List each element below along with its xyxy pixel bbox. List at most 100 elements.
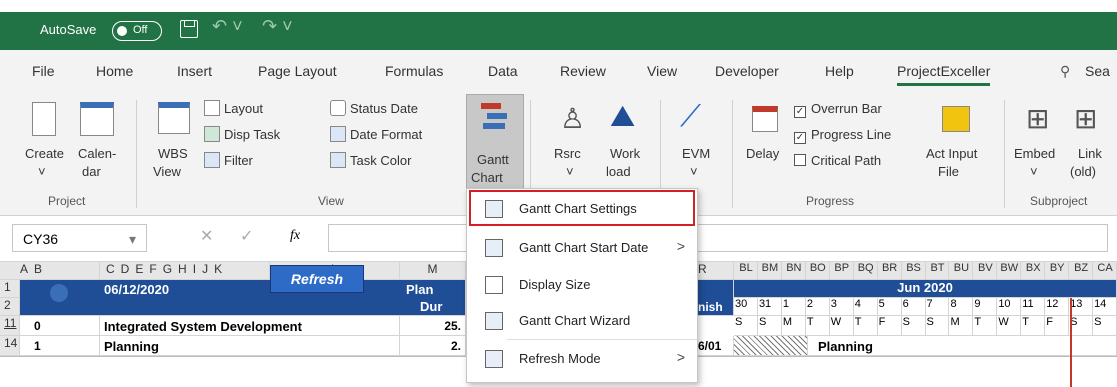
name-box[interactable]: CY36 ▾: [12, 224, 147, 252]
layout-button[interactable]: Layout: [224, 101, 263, 116]
wbs-label[interactable]: WBS: [158, 146, 188, 161]
name-box-chevron-icon[interactable]: ▾: [129, 231, 136, 248]
date-col-header[interactable]: BS: [901, 262, 926, 280]
autosave-toggle[interactable]: Off: [112, 21, 162, 41]
menu-view[interactable]: View: [647, 63, 677, 79]
menu-help[interactable]: Help: [825, 63, 854, 79]
act-input-label-2[interactable]: File: [938, 164, 959, 179]
date-col-header[interactable]: BW: [997, 262, 1022, 280]
day-number[interactable]: 4: [853, 298, 878, 316]
date-col-header[interactable]: BM: [757, 262, 782, 280]
delay-button[interactable]: Delay: [746, 146, 779, 161]
task-finish[interactable]: 6/01: [698, 336, 734, 356]
task-name[interactable]: Integrated System Development: [100, 316, 400, 336]
embed-icon[interactable]: ⊞: [1026, 102, 1049, 135]
disp-task-button[interactable]: Disp Task: [224, 127, 280, 142]
status-date-button[interactable]: Status Date: [350, 101, 418, 116]
weekday-letter[interactable]: S: [757, 316, 782, 336]
filter-icon[interactable]: [204, 152, 220, 168]
link-label-1[interactable]: Link: [1078, 146, 1102, 161]
day-number[interactable]: 30: [734, 298, 758, 316]
menu-insert[interactable]: Insert: [177, 63, 212, 79]
task-color-icon[interactable]: [330, 152, 346, 168]
create-label[interactable]: Create: [25, 146, 64, 161]
day-number[interactable]: 14: [1093, 298, 1117, 316]
create-chevron-icon[interactable]: ˅: [38, 164, 46, 179]
disp-task-icon[interactable]: [204, 126, 220, 142]
act-input-icon[interactable]: [942, 106, 970, 132]
date-col-header[interactable]: BY: [1045, 262, 1070, 280]
col-header-c-k[interactable]: CDEFGHIJK: [100, 262, 270, 280]
evm-chevron-icon[interactable]: ˅: [690, 164, 698, 179]
calendar-label-1[interactable]: Calen-: [78, 146, 116, 161]
workload-label-2[interactable]: load: [606, 164, 631, 179]
evm-icon[interactable]: ⟋: [680, 100, 701, 134]
formula-input[interactable]: [328, 224, 1108, 252]
link-icon[interactable]: ⊞: [1074, 102, 1097, 135]
create-icon[interactable]: [32, 102, 56, 136]
task-name[interactable]: Planning: [100, 336, 400, 356]
date-col-header[interactable]: BZ: [1069, 262, 1094, 280]
day-number[interactable]: 7: [925, 298, 950, 316]
link-label-2[interactable]: (old): [1070, 164, 1096, 179]
menu-home[interactable]: Home: [96, 63, 133, 79]
day-number[interactable]: 13: [1069, 298, 1094, 316]
delay-icon[interactable]: [752, 106, 778, 132]
critical-path-checkbox[interactable]: Critical Path: [794, 153, 881, 168]
calendar-icon[interactable]: [80, 102, 114, 136]
date-col-header[interactable]: BV: [973, 262, 998, 280]
day-number[interactable]: 2: [805, 298, 830, 316]
undo-icon[interactable]: ↶ ˅: [212, 16, 243, 37]
weekday-letter[interactable]: M: [949, 316, 974, 336]
workload-label-1[interactable]: Work: [610, 146, 640, 161]
task-color-button[interactable]: Task Color: [350, 153, 411, 168]
progress-line-checkbox[interactable]: ✓ Progress Line: [794, 127, 891, 144]
act-input-label-1[interactable]: Act Input: [926, 146, 977, 161]
wbs-view-label[interactable]: View: [153, 164, 181, 179]
menu-item-gantt-chart-wizard[interactable]: Gantt Chart Wizard: [467, 303, 697, 339]
wbs-icon[interactable]: [158, 102, 190, 134]
menu-page-layout[interactable]: Page Layout: [258, 63, 337, 79]
layout-icon[interactable]: [204, 100, 220, 116]
row-header[interactable]: 11: [0, 316, 20, 336]
date-format-icon[interactable]: [330, 126, 346, 142]
weekday-letter[interactable]: F: [877, 316, 902, 336]
menu-search[interactable]: Sea: [1085, 63, 1110, 79]
menu-review[interactable]: Review: [560, 63, 606, 79]
weekday-letter[interactable]: S: [1069, 316, 1094, 336]
day-number[interactable]: 11: [1021, 298, 1046, 316]
redo-icon[interactable]: ↷ ˅: [262, 16, 293, 37]
date-col-header[interactable]: CA: [1093, 262, 1117, 280]
day-number[interactable]: 6: [901, 298, 926, 316]
col-header-m[interactable]: M: [400, 262, 466, 280]
col-header-r[interactable]: R: [698, 262, 734, 280]
date-col-header[interactable]: BU: [949, 262, 974, 280]
weekday-letter[interactable]: T: [853, 316, 878, 336]
date-col-header[interactable]: BX: [1021, 262, 1046, 280]
day-number[interactable]: 31: [757, 298, 782, 316]
refresh-button[interactable]: Refresh: [270, 265, 364, 293]
menu-item-refresh-mode[interactable]: Refresh Mode >: [467, 341, 697, 377]
task-duration[interactable]: 2.: [400, 336, 466, 356]
date-col-header[interactable]: BP: [829, 262, 854, 280]
day-number[interactable]: 12: [1045, 298, 1070, 316]
weekday-letter[interactable]: S: [734, 316, 758, 336]
weekday-letter[interactable]: W: [829, 316, 854, 336]
task-number[interactable]: 1: [20, 336, 100, 356]
menu-data[interactable]: Data: [488, 63, 518, 79]
search-icon[interactable]: ⚲: [1060, 63, 1070, 80]
date-col-header[interactable]: BR: [877, 262, 902, 280]
date-col-header[interactable]: BT: [925, 262, 950, 280]
rsrc-chevron-icon[interactable]: ˅: [566, 164, 574, 179]
menu-formulas[interactable]: Formulas: [385, 63, 443, 79]
weekday-letter[interactable]: W: [997, 316, 1022, 336]
weekday-letter[interactable]: S: [901, 316, 926, 336]
day-number[interactable]: 8: [949, 298, 974, 316]
filter-button[interactable]: Filter: [224, 153, 253, 168]
rsrc-label[interactable]: Rsrc: [554, 146, 581, 161]
cancel-icon[interactable]: ✕: [200, 226, 213, 246]
menu-developer[interactable]: Developer: [715, 63, 779, 79]
embed-chevron-icon[interactable]: ˅: [1030, 164, 1038, 179]
date-col-header[interactable]: BO: [805, 262, 830, 280]
save-icon[interactable]: [180, 20, 198, 38]
